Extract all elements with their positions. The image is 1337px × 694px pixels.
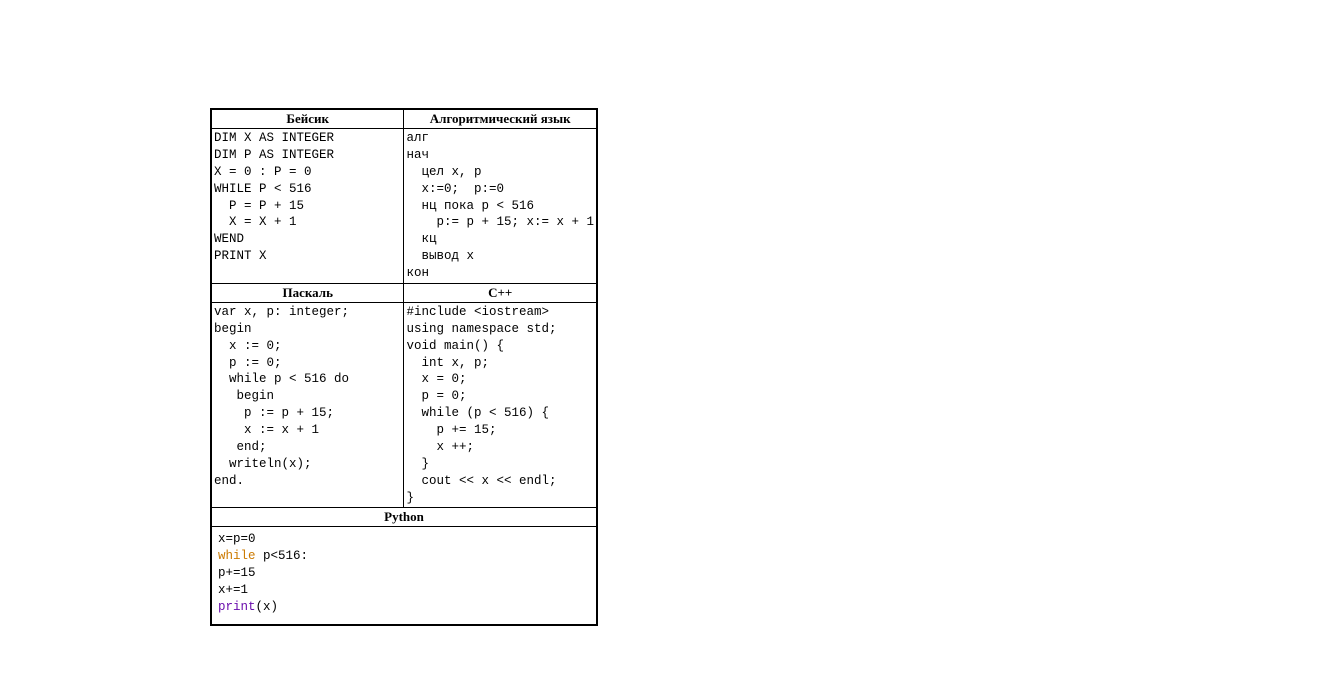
header-pascal: Паскаль [212, 283, 404, 302]
code-table: Бейсик Алгоритмический язык DIM X AS INT… [210, 108, 598, 626]
py-line-3: p+=15 [218, 566, 256, 580]
header-algo: Алгоритмический язык [404, 110, 597, 129]
py-fn-print: print [218, 600, 256, 614]
header-cpp: С++ [404, 283, 597, 302]
code-pascal: var x, p: integer; begin x := 0; p := 0;… [212, 302, 404, 508]
code-cpp: #include <iostream> using namespace std;… [404, 302, 597, 508]
py-line-5-rest: (x) [256, 600, 279, 614]
header-basic: Бейсик [212, 110, 404, 129]
header-python: Python [212, 508, 597, 527]
py-line-2-rest: p<516: [256, 549, 309, 563]
code-python: x=p=0 while p<516: p+=15 x+=1 print(x) [212, 527, 597, 624]
py-line-1: x=p=0 [218, 532, 256, 546]
code-basic: DIM X AS INTEGER DIM P AS INTEGER X = 0 … [212, 129, 404, 284]
py-line-4: x+=1 [218, 583, 248, 597]
code-algo: алг нач цел x, p x:=0; p:=0 нц пока p < … [404, 129, 597, 284]
py-keyword-while: while [218, 549, 256, 563]
